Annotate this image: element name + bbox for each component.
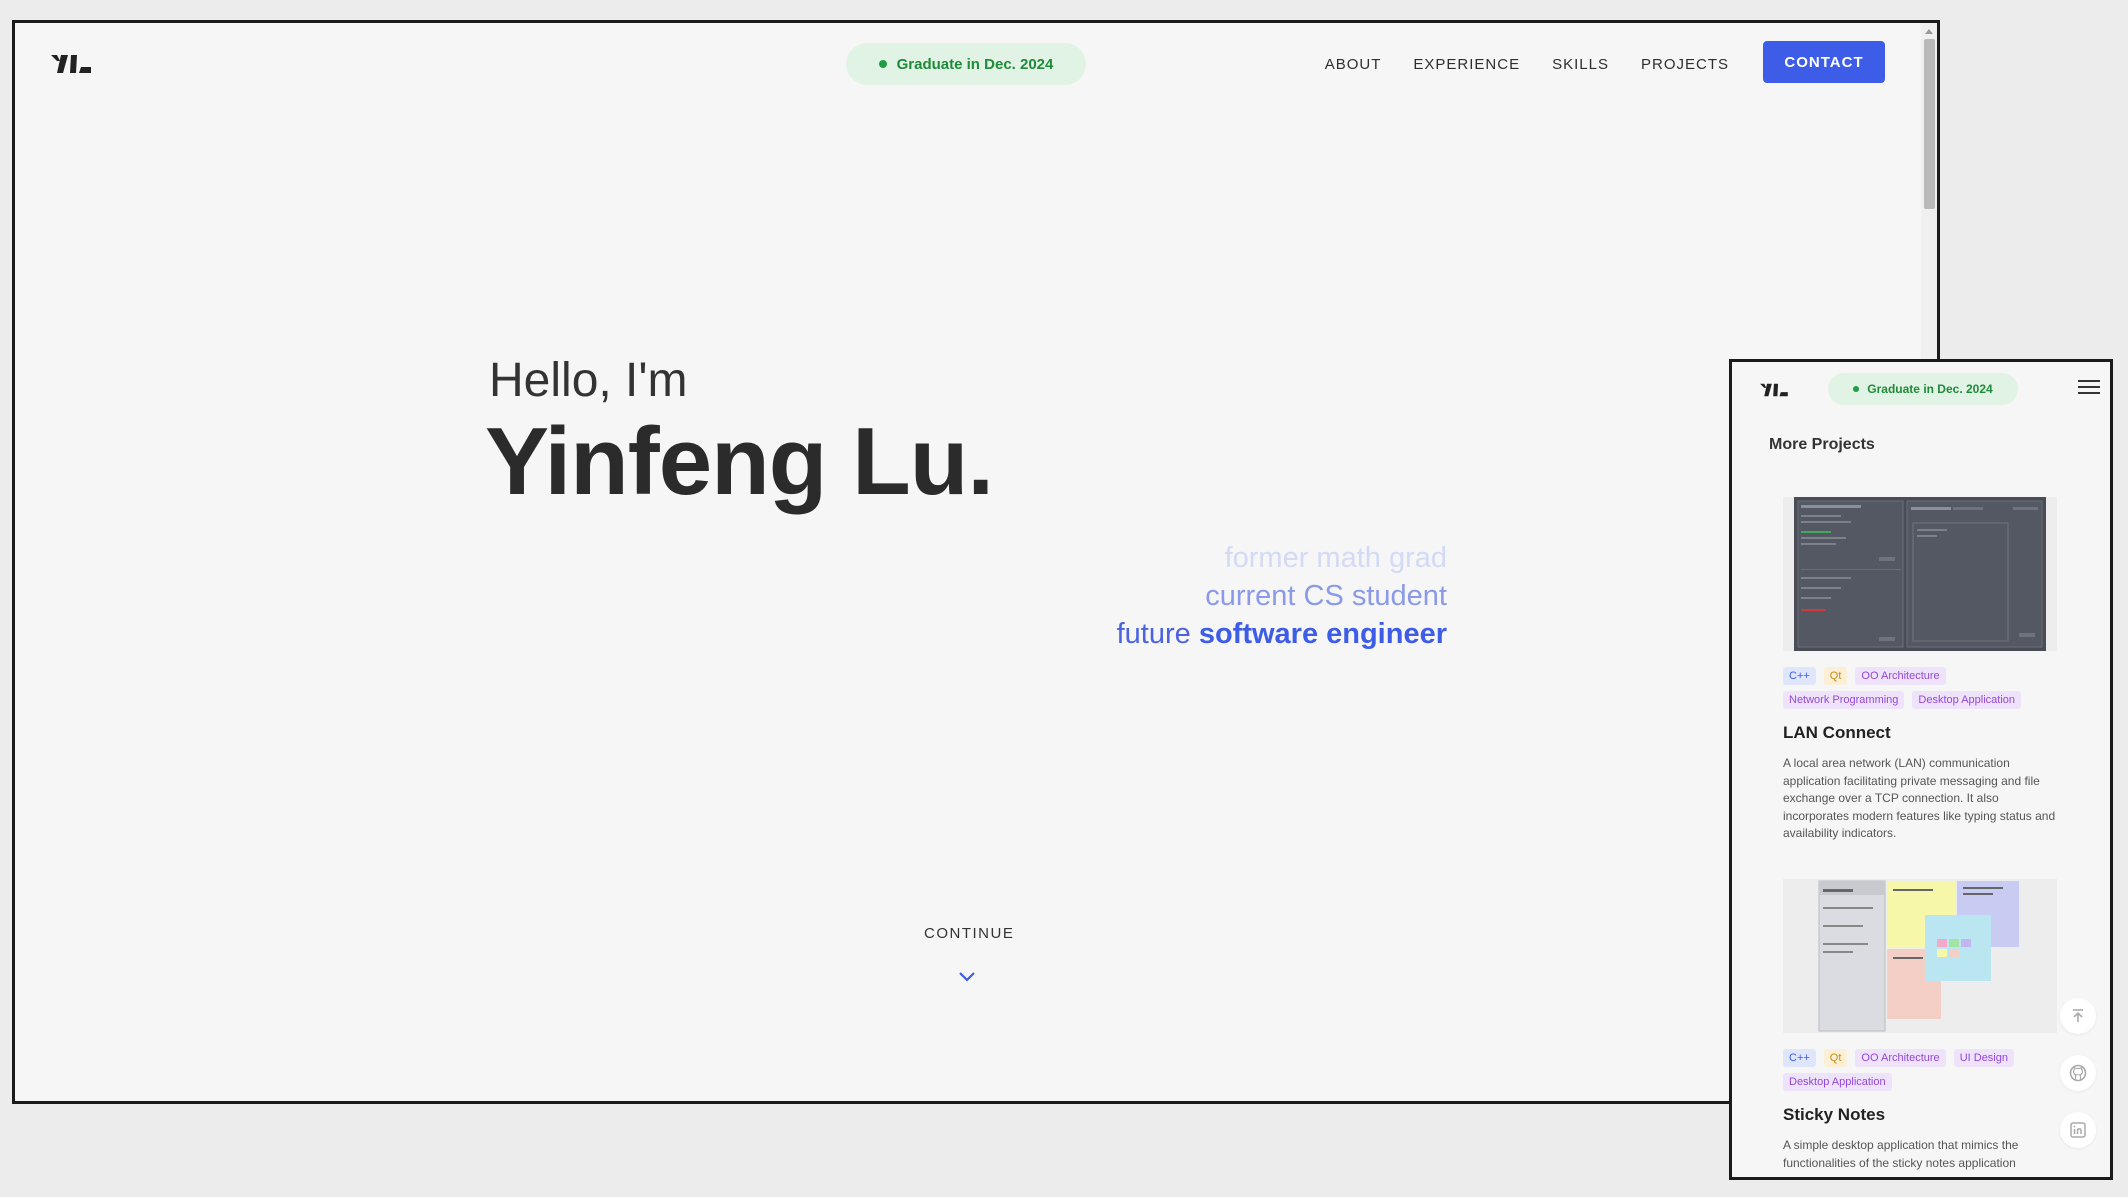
continue-link[interactable]: CONTINUE	[924, 925, 1014, 942]
tag: Desktop Application	[1912, 691, 2022, 709]
hero-greeting: Hello, I'm	[489, 354, 688, 407]
mobile-header: Graduate in Dec. 2024	[1732, 362, 2110, 424]
project-description: A local area network (LAN) communication…	[1783, 756, 2056, 840]
project-screenshot[interactable]	[1783, 497, 2057, 651]
project-title[interactable]: LAN Connect	[1783, 723, 2057, 743]
graduation-badge-label: Graduate in Dec. 2024	[896, 55, 1054, 73]
project-screenshot[interactable]	[1783, 879, 2057, 1033]
section-title: More Projects	[1769, 436, 1875, 453]
nav-skills[interactable]: SKILLS	[1552, 56, 1609, 73]
graduation-badge: Graduate in Dec. 2024	[846, 43, 1086, 85]
hamburger-menu-icon[interactable]	[2078, 380, 2100, 398]
github-button[interactable]	[2060, 1055, 2096, 1091]
scrollbar-thumb[interactable]	[1924, 39, 1935, 209]
tag: Network Programming	[1783, 691, 1905, 709]
project-card[interactable]: C++ Qt OO Architecture Network Programmi…	[1783, 497, 2057, 843]
nav-projects[interactable]: PROJECTS	[1641, 56, 1729, 73]
mobile-window: Graduate in Dec. 2024 More Projects C++ …	[1729, 359, 2113, 1180]
tag: C++	[1783, 667, 1816, 685]
chevron-down-icon[interactable]	[956, 969, 978, 983]
desktop-window: Graduate in Dec. 2024 ABOUT EXPERIENCE S…	[12, 20, 1940, 1104]
contact-button[interactable]: CONTACT	[1763, 41, 1885, 83]
tag: Qt	[1823, 1049, 1848, 1067]
logo[interactable]	[1760, 381, 1792, 399]
project-tags: C++ Qt OO Architecture Network Programmi…	[1783, 667, 2057, 709]
hero-name: Yinfeng Lu.	[485, 408, 994, 515]
project-description: A simple desktop application that mimics…	[1783, 1138, 2019, 1170]
role-former: former math grad	[1224, 542, 1447, 574]
nav-about[interactable]: ABOUT	[1325, 56, 1382, 73]
tag: C++	[1783, 1049, 1816, 1067]
github-icon	[2069, 1064, 2087, 1082]
linkedin-icon	[2070, 1122, 2086, 1138]
role-future-emphasis: software engineer	[1198, 618, 1447, 650]
status-dot-icon	[878, 60, 887, 68]
role-future: future software engineer	[1117, 615, 1447, 653]
main-nav: ABOUT EXPERIENCE SKILLS PROJECTS	[1325, 56, 1729, 73]
project-card[interactable]: C++ Qt OO Architecture UI Design Desktop…	[1783, 879, 2057, 1172]
nav-experience[interactable]: EXPERIENCE	[1413, 56, 1520, 73]
scroll-to-top-button[interactable]	[2060, 998, 2096, 1034]
project-title[interactable]: Sticky Notes	[1783, 1105, 2057, 1125]
linkedin-button[interactable]	[2060, 1112, 2096, 1148]
arrow-up-to-top-icon	[2073, 1009, 2083, 1022]
hero-roles: former math grad current CS student futu…	[1117, 539, 1447, 653]
tag: UI Design	[1953, 1049, 2014, 1067]
project-tags: C++ Qt OO Architecture UI Design Desktop…	[1783, 1049, 2057, 1091]
tag: OO Architecture	[1855, 667, 1946, 685]
tag: OO Architecture	[1855, 1049, 1946, 1067]
role-future-prefix: future	[1116, 618, 1191, 650]
graduation-badge: Graduate in Dec. 2024	[1828, 373, 2018, 405]
graduation-badge-label: Graduate in Dec. 2024	[1867, 382, 1993, 396]
status-dot-icon	[1853, 386, 1860, 392]
tag: Qt	[1823, 667, 1848, 685]
role-current: current CS student	[1205, 580, 1447, 612]
scroll-up-arrow-icon[interactable]	[1925, 29, 1933, 34]
tag: Desktop Application	[1783, 1073, 1892, 1091]
logo[interactable]	[51, 51, 97, 77]
